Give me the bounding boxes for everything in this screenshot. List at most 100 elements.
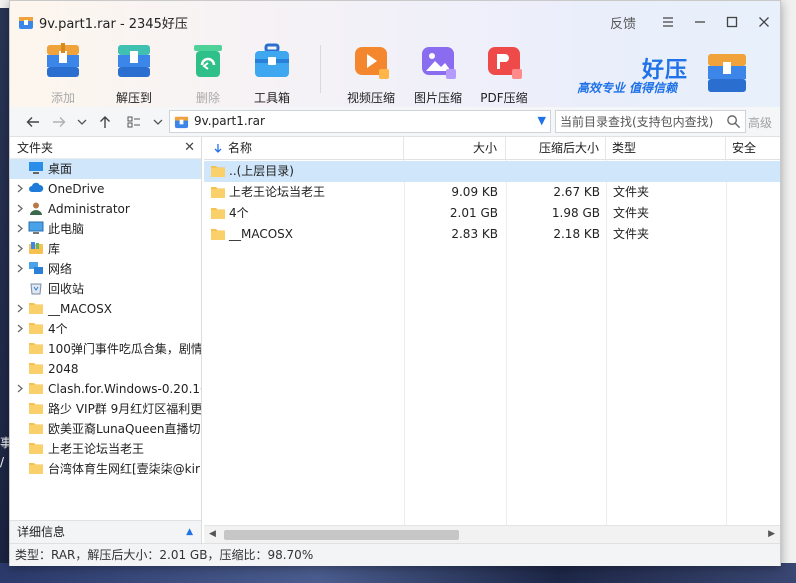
file-row[interactable]: __MACOSX 2.83 KB 2.18 KB 文件夹 — [204, 224, 780, 245]
user-icon — [28, 201, 44, 215]
expand-arrow-icon[interactable] — [16, 181, 28, 199]
column-packed-size[interactable]: 压缩后大小 — [506, 137, 606, 159]
horizontal-scrollbar[interactable]: ◀ ▶ — [204, 525, 780, 543]
tree-item-label: 上老王论坛当老王 — [48, 442, 145, 456]
toolbox-icon — [255, 43, 289, 77]
expand-arrow-icon[interactable] — [16, 381, 28, 399]
tree-item[interactable]: 欧美亚裔LunaQueen直播切 — [10, 419, 201, 439]
tree-item[interactable]: OneDrive — [10, 179, 201, 199]
expand-arrow-icon[interactable] — [16, 301, 28, 319]
tree-item-label: 此电脑 — [48, 222, 85, 236]
close-icon[interactable] — [748, 9, 780, 35]
tree-item-label: Administrator — [48, 202, 130, 216]
app-logo-icon — [19, 17, 33, 29]
tree-item[interactable]: 台湾体育生网红[壹柒柒@kir — [10, 459, 201, 479]
column-security-label: 安全 — [732, 141, 757, 155]
tree-item[interactable]: Administrator — [10, 199, 201, 219]
delete-button[interactable]: 删除 — [172, 39, 244, 106]
column-name[interactable]: 名称 — [204, 137, 404, 159]
file-list-header: 名称 大小 压缩后大小 类型 安全 — [204, 137, 780, 160]
maximize-icon[interactable] — [716, 9, 748, 35]
toolbox-button[interactable]: 工具箱 — [236, 39, 308, 106]
path-dropdown-icon[interactable]: ▼ — [538, 114, 546, 127]
extract-button[interactable]: 解压到 — [98, 39, 170, 106]
tree-item[interactable]: 4个 — [10, 319, 201, 339]
feedback-link[interactable]: 反馈 — [610, 13, 636, 32]
expand-arrow-icon[interactable] — [16, 201, 28, 219]
expand-arrow-icon[interactable] — [16, 261, 28, 279]
history-dropdown-icon[interactable] — [73, 113, 91, 131]
folder-icon — [210, 227, 225, 241]
window-title: 9v.part1.rar - 2345好压 — [39, 17, 188, 32]
tree-item-label: OneDrive — [48, 182, 105, 196]
column-security[interactable]: 安全 — [726, 137, 780, 159]
column-size[interactable]: 大小 — [404, 137, 506, 159]
sort-arrow-icon — [214, 144, 222, 153]
view-mode-icon[interactable] — [125, 113, 143, 131]
file-type: 文件夹 — [613, 185, 650, 199]
add-button[interactable]: 添加 — [27, 39, 99, 106]
tree-item[interactable]: 库 — [10, 239, 201, 259]
up-level-icon[interactable] — [96, 113, 114, 131]
folder-icon — [28, 341, 44, 355]
tree-item[interactable]: 路少 VIP群 9月红灯区福利更 — [10, 399, 201, 419]
file-type: 文件夹 — [613, 206, 650, 220]
tree-item[interactable]: 上老王论坛当老王 — [10, 439, 201, 459]
tree-item[interactable]: 网络 — [10, 259, 201, 279]
image-compress-button[interactable]: 图片压缩 — [402, 39, 474, 106]
details-label: 详细信息 — [17, 525, 66, 539]
back-icon[interactable] — [24, 113, 42, 131]
folder-icon — [210, 185, 225, 199]
folder-icon — [28, 381, 44, 395]
tree-item[interactable]: 回收站 — [10, 279, 201, 299]
scroll-thumb[interactable] — [224, 530, 459, 540]
close-panel-icon[interactable]: ✕ — [184, 137, 195, 159]
image-compress-label: 图片压缩 — [413, 91, 462, 105]
tree-item-label: 4个 — [48, 322, 68, 336]
search-icon[interactable] — [726, 114, 741, 129]
path-field[interactable]: 9v.part1.rar ▼ — [169, 110, 551, 133]
toolbar-separator — [320, 45, 321, 93]
folder-icon — [28, 321, 44, 335]
status-bar: 类型：RAR，解压后大小：2.01 GB，压缩比：98.70% — [10, 543, 780, 566]
recycle-bin-icon — [28, 281, 44, 295]
file-row[interactable]: 上老王论坛当老王 9.09 KB 2.67 KB 文件夹 — [204, 182, 780, 203]
advanced-search-button[interactable]: 高级 — [748, 114, 772, 131]
menu-icon[interactable] — [652, 9, 684, 35]
expand-arrow-icon[interactable] — [16, 241, 28, 259]
view-dropdown-icon[interactable] — [149, 113, 167, 131]
pdf-compress-button[interactable]: PDF压缩 — [468, 39, 540, 106]
computer-icon — [28, 221, 44, 235]
scroll-right-icon[interactable]: ▶ — [768, 529, 775, 539]
brand-logo-icon — [708, 54, 746, 92]
tree-item[interactable]: 100弹门事件吃瓜合集，剧情 — [10, 339, 201, 359]
file-type: 文件夹 — [613, 227, 650, 241]
tree-item[interactable]: Clash.for.Windows-0.20.16 — [10, 379, 201, 399]
delete-label: 删除 — [195, 91, 220, 105]
tree-item[interactable]: __MACOSX — [10, 299, 201, 319]
folder-panel-title: 文件夹 — [17, 141, 54, 155]
expand-arrow-icon[interactable] — [16, 321, 28, 339]
library-icon — [28, 241, 44, 255]
minimize-icon[interactable] — [684, 9, 716, 35]
tree-item-label: 台湾体育生网红[壹柒柒@kir — [48, 462, 200, 476]
collapse-up-icon[interactable]: ▲ — [186, 521, 193, 544]
column-type[interactable]: 类型 — [606, 137, 726, 159]
folder-icon — [28, 441, 44, 455]
tree-item[interactable]: 桌面 — [10, 159, 201, 179]
desktop-icon — [28, 161, 44, 175]
expand-arrow-icon[interactable] — [16, 221, 28, 239]
file-packed-size: 2.67 KB — [553, 185, 600, 199]
file-row[interactable]: ..(上层目录) — [204, 161, 780, 182]
tree-item[interactable]: 2048 — [10, 359, 201, 379]
search-input[interactable] — [560, 113, 720, 130]
file-row[interactable]: 4个 2.01 GB 1.98 GB 文件夹 — [204, 203, 780, 224]
details-toggle[interactable]: 详细信息 ▲ — [10, 520, 201, 543]
video-compress-button[interactable]: 视频压缩 — [335, 39, 407, 106]
forward-icon[interactable] — [50, 113, 68, 131]
background-text: / — [0, 455, 5, 469]
tree-item[interactable]: 此电脑 — [10, 219, 201, 239]
brand-slogan: 高效专业 值得信赖 — [577, 81, 678, 95]
extract-label: 解压到 — [115, 91, 152, 105]
scroll-left-icon[interactable]: ◀ — [209, 529, 216, 539]
